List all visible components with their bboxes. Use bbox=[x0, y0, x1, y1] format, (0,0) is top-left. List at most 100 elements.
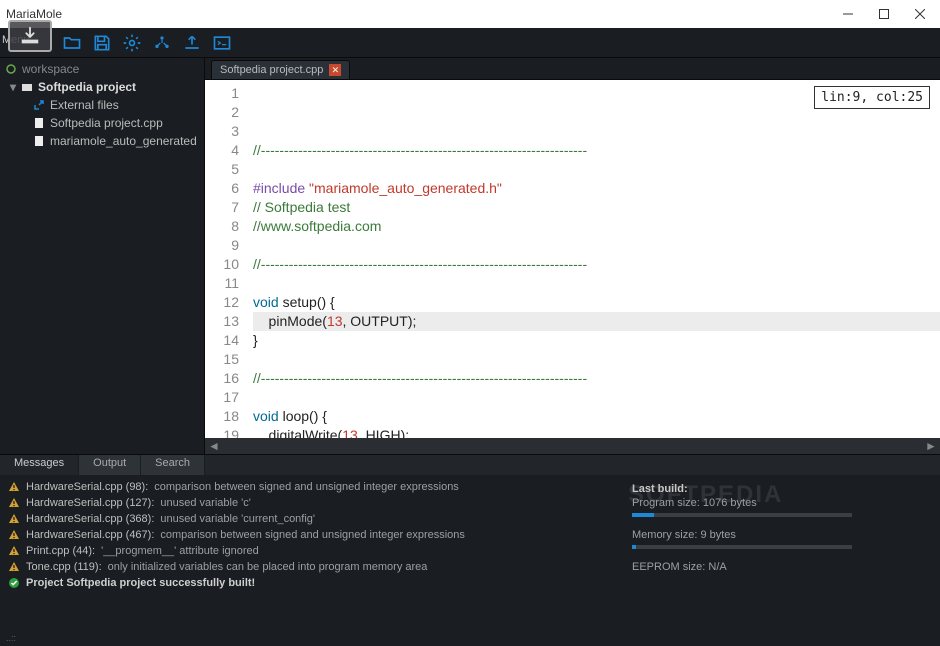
line-number: 15 bbox=[205, 350, 239, 369]
warning-icon bbox=[8, 481, 20, 493]
code-line[interactable]: //--------------------------------------… bbox=[253, 369, 940, 388]
code-editor[interactable]: 12345678910111213141516171819 lin:9, col… bbox=[205, 80, 940, 438]
message-text: only initialized variables can be placed… bbox=[108, 561, 428, 573]
code-line[interactable]: } bbox=[253, 331, 940, 350]
tree-item-label: mariamole_auto_generated bbox=[50, 134, 197, 148]
eeprom-size: EEPROM size: N/A bbox=[632, 561, 928, 573]
tree-item-external[interactable]: External files bbox=[0, 96, 204, 114]
memory-size: Memory size: 9 bytes bbox=[632, 529, 928, 541]
download-overlay-icon bbox=[8, 20, 52, 52]
message-row[interactable]: HardwareSerial.cpp (98): comparison betw… bbox=[8, 479, 612, 495]
line-number: 3 bbox=[205, 122, 239, 141]
warning-icon bbox=[8, 561, 20, 573]
build-icon[interactable] bbox=[150, 31, 174, 55]
external-link-icon bbox=[32, 98, 46, 112]
code-line[interactable]: void loop() { bbox=[253, 407, 940, 426]
gear-icon[interactable] bbox=[120, 31, 144, 55]
code-line[interactable] bbox=[253, 388, 940, 407]
message-text: unused variable 'c' bbox=[160, 497, 250, 509]
folder-icon bbox=[20, 80, 34, 94]
scroll-right-icon[interactable]: ► bbox=[924, 439, 938, 453]
maximize-button[interactable] bbox=[866, 0, 902, 28]
tree-root-label: workspace bbox=[22, 62, 79, 76]
code-line[interactable]: pinMode(13, OUTPUT); bbox=[253, 312, 940, 331]
project-tree: workspace ▾ Softpedia project External f… bbox=[0, 58, 205, 454]
tree-root[interactable]: workspace bbox=[0, 60, 204, 78]
line-number: 2 bbox=[205, 103, 239, 122]
bottom-tabs: Messages Output Search bbox=[0, 455, 940, 475]
horizontal-scrollbar[interactable]: ◄ ► bbox=[205, 438, 940, 454]
message-row[interactable]: Tone.cpp (119): only initialized variabl… bbox=[8, 559, 612, 575]
code-line[interactable]: digitalWrite(13, HIGH); bbox=[253, 426, 940, 438]
statusbar: ..:: bbox=[0, 630, 940, 646]
warning-icon bbox=[8, 513, 20, 525]
message-row[interactable]: HardwareSerial.cpp (127): unused variabl… bbox=[8, 495, 612, 511]
line-number: 13 bbox=[205, 312, 239, 331]
tab-output[interactable]: Output bbox=[79, 455, 141, 475]
tab-messages[interactable]: Messages bbox=[0, 455, 79, 475]
message-row[interactable]: Print.cpp (44): '__progmem__' attribute … bbox=[8, 543, 612, 559]
tab-search[interactable]: Search bbox=[141, 455, 205, 475]
line-number: 19 bbox=[205, 426, 239, 438]
code-line[interactable]: //www.softpedia.com bbox=[253, 217, 940, 236]
tree-project[interactable]: ▾ Softpedia project bbox=[0, 78, 204, 96]
program-size-bar bbox=[632, 513, 852, 517]
code-line[interactable] bbox=[253, 236, 940, 255]
upload-icon[interactable] bbox=[180, 31, 204, 55]
line-number: 5 bbox=[205, 160, 239, 179]
line-number: 12 bbox=[205, 293, 239, 312]
open-folder-icon[interactable] bbox=[60, 31, 84, 55]
message-file: HardwareSerial.cpp (368): bbox=[26, 513, 154, 525]
message-row[interactable]: Project Softpedia project successfully b… bbox=[8, 575, 612, 591]
message-file: Tone.cpp (119): bbox=[26, 561, 102, 573]
cursor-position-badge: lin:9, col:25 bbox=[814, 86, 930, 109]
file-icon bbox=[32, 134, 46, 148]
close-button[interactable] bbox=[902, 0, 938, 28]
tab-label: Softpedia project.cpp bbox=[220, 64, 323, 76]
message-text: comparison between signed and unsigned i… bbox=[154, 481, 459, 493]
minimize-button[interactable] bbox=[830, 0, 866, 28]
save-icon[interactable] bbox=[90, 31, 114, 55]
line-number: 6 bbox=[205, 179, 239, 198]
code-line[interactable]: // Softpedia test bbox=[253, 198, 940, 217]
code-line[interactable] bbox=[253, 160, 940, 179]
workspace-icon bbox=[4, 62, 18, 76]
window-title: MariaMole bbox=[6, 7, 62, 21]
titlebar: MariaMole bbox=[0, 0, 940, 28]
line-number: 16 bbox=[205, 369, 239, 388]
tab-close-icon[interactable]: ✕ bbox=[329, 64, 341, 76]
code-line[interactable]: #include "mariamole_auto_generated.h" bbox=[253, 179, 940, 198]
message-file: Print.cpp (44): bbox=[26, 545, 95, 557]
code-line[interactable]: //--------------------------------------… bbox=[253, 255, 940, 274]
terminal-icon[interactable] bbox=[210, 31, 234, 55]
build-info-panel: SOFTPEDIA Last build: Program size: 1076… bbox=[620, 475, 940, 630]
tree-item-cpp[interactable]: Softpedia project.cpp bbox=[0, 114, 204, 132]
line-gutter: 12345678910111213141516171819 bbox=[205, 80, 249, 438]
code-line[interactable] bbox=[253, 274, 940, 293]
file-icon bbox=[32, 116, 46, 130]
warning-icon bbox=[8, 529, 20, 541]
message-text: '__progmem__' attribute ignored bbox=[101, 545, 259, 557]
messages-panel: HardwareSerial.cpp (98): comparison betw… bbox=[0, 475, 620, 630]
message-row[interactable]: HardwareSerial.cpp (368): unused variabl… bbox=[8, 511, 612, 527]
line-number: 7 bbox=[205, 198, 239, 217]
memory-size-bar bbox=[632, 545, 852, 549]
last-build-label: Last build: bbox=[632, 483, 928, 495]
editor-tab[interactable]: Softpedia project.cpp ✕ bbox=[211, 60, 350, 79]
line-number: 10 bbox=[205, 255, 239, 274]
warning-icon bbox=[8, 545, 20, 557]
code-line[interactable]: void setup() { bbox=[253, 293, 940, 312]
tree-item-autogen[interactable]: mariamole_auto_generated bbox=[0, 132, 204, 150]
line-number: 14 bbox=[205, 331, 239, 350]
message-file: HardwareSerial.cpp (467): bbox=[26, 529, 154, 541]
message-row[interactable]: HardwareSerial.cpp (467): comparison bet… bbox=[8, 527, 612, 543]
tree-project-label: Softpedia project bbox=[38, 80, 136, 94]
scroll-left-icon[interactable]: ◄ bbox=[207, 439, 221, 453]
line-number: 4 bbox=[205, 141, 239, 160]
line-number: 11 bbox=[205, 274, 239, 293]
message-file: HardwareSerial.cpp (127): bbox=[26, 497, 154, 509]
code-line[interactable] bbox=[253, 350, 940, 369]
code-line[interactable]: //--------------------------------------… bbox=[253, 141, 940, 160]
message-file: Project Softpedia project successfully b… bbox=[26, 577, 255, 589]
warning-icon bbox=[8, 497, 20, 509]
